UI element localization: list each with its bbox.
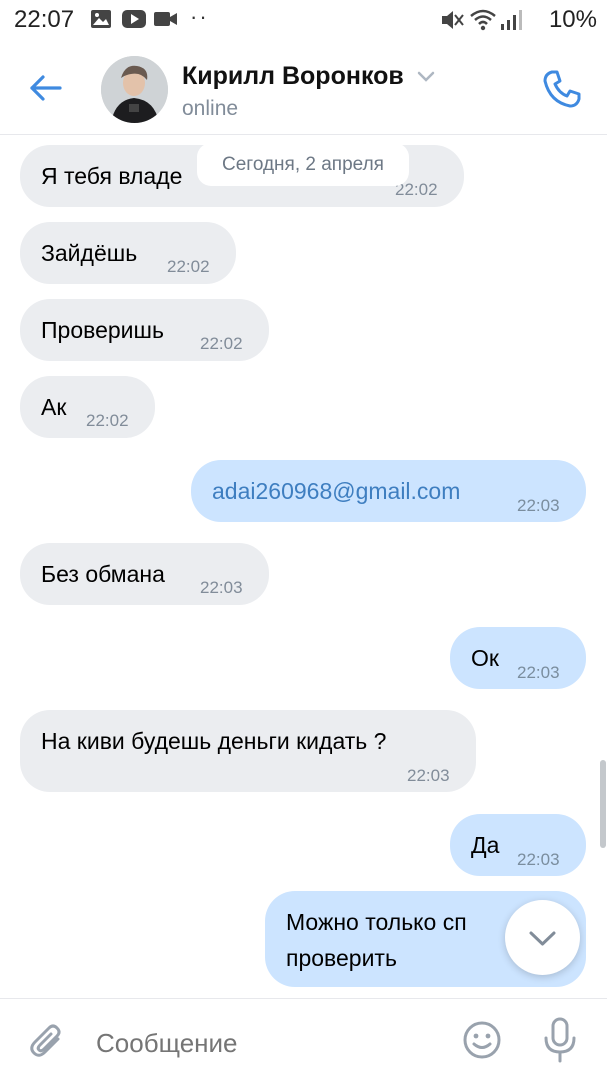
youtube-icon	[122, 10, 146, 28]
message-text: Зайдёшь	[41, 240, 138, 266]
avatar[interactable]	[101, 56, 168, 123]
paperclip-icon[interactable]	[28, 1021, 68, 1063]
message-time: 22:03	[200, 578, 243, 597]
status-time: 22:07	[14, 6, 75, 33]
message-time: 22:03	[407, 766, 450, 785]
incoming-message[interactable]: Без обмана 22:03	[20, 543, 269, 605]
message-text-line-2: проверить	[286, 945, 397, 971]
chat-header: Кирилл Воронков online	[0, 40, 607, 135]
message-time: 22:02	[86, 411, 129, 430]
incoming-message[interactable]: Ак 22:02	[20, 376, 155, 438]
signal-icon	[501, 10, 522, 30]
battery-level: 10%	[548, 6, 597, 33]
message-text: На киви будешь деньги кидать ?	[41, 728, 387, 754]
message-time: 22:03	[517, 663, 560, 682]
status-bar: 22:07 ·· 10%	[0, 0, 607, 40]
message-time: 22:02	[200, 334, 243, 353]
message-input[interactable]	[96, 1023, 426, 1063]
message-text: Да	[471, 832, 500, 858]
message-text: Я тебя владе	[41, 163, 183, 189]
contact-name[interactable]: Кирилл Воронков	[182, 62, 404, 91]
message-time: 22:02	[167, 257, 210, 276]
scroll-to-bottom-button[interactable]	[505, 900, 580, 975]
video-icon	[154, 12, 177, 26]
chevron-down-icon[interactable]	[417, 70, 435, 84]
back-arrow-icon[interactable]	[28, 70, 64, 106]
email-link[interactable]: adai260968@gmail.com	[212, 476, 460, 506]
chevron-down-icon	[529, 931, 556, 946]
message-text: Без обмана	[41, 561, 165, 587]
message-text: Ак	[41, 394, 67, 420]
incoming-message[interactable]: Зайдёшь 22:02	[20, 222, 236, 284]
emoji-icon[interactable]	[462, 1020, 502, 1060]
outgoing-message[interactable]: adai260968@gmail.com 22:03	[191, 460, 586, 522]
mute-icon	[442, 11, 464, 29]
message-composer	[0, 998, 607, 1081]
incoming-message[interactable]: На киви будешь деньги кидать ? 22:03	[20, 710, 476, 792]
outgoing-message[interactable]: Да 22:03	[450, 814, 586, 876]
status-more-dots: ··	[190, 4, 209, 29]
message-text-line-1: Можно только сп	[286, 909, 467, 935]
message-time: 22:03	[517, 496, 560, 515]
wifi-icon	[470, 9, 496, 31]
scrollbar[interactable]	[600, 760, 606, 848]
date-separator: Сегодня, 2 апреля	[197, 143, 409, 186]
message-list[interactable]: Я тебя владе 22:02 Зайдёшь 22:02 Провери…	[0, 135, 607, 997]
incoming-message[interactable]: Проверишь 22:02	[20, 299, 269, 361]
microphone-icon[interactable]	[543, 1017, 577, 1063]
message-time: 22:03	[517, 850, 560, 869]
image-icon	[91, 10, 111, 28]
message-text: Ок	[471, 645, 499, 671]
outgoing-message[interactable]: Ок 22:03	[450, 627, 586, 689]
presence-status: online	[182, 97, 239, 120]
phone-icon[interactable]	[540, 67, 584, 111]
message-text: Проверишь	[41, 317, 164, 343]
